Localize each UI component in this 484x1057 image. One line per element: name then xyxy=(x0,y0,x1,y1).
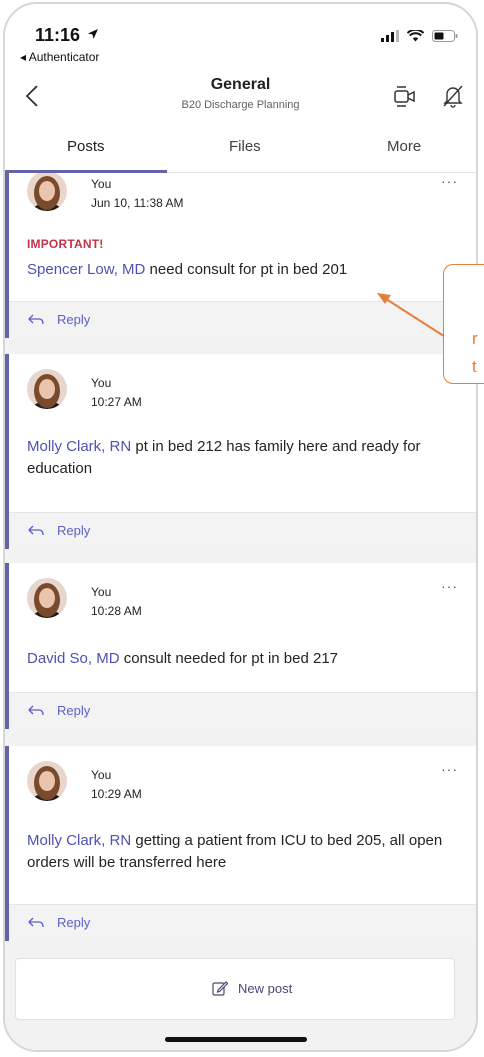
reply-arrow-icon xyxy=(28,525,44,536)
reply-arrow-icon xyxy=(28,314,44,325)
location-arrow-icon xyxy=(88,29,99,39)
post-card: You 10:29 AM ··· Molly Clark, RN getting… xyxy=(5,746,476,942)
annotation-callout xyxy=(443,264,484,384)
post-author: You xyxy=(91,177,112,191)
compose-pencil-icon xyxy=(212,981,228,996)
phone-frame: 11:16 ◂ Authenticator General B20 Discha… xyxy=(3,2,478,1052)
mention[interactable]: Molly Clark, RN xyxy=(27,832,131,849)
wifi-icon xyxy=(407,30,424,42)
avatar xyxy=(27,369,67,409)
status-time: 11:16 xyxy=(35,25,99,46)
tab-posts[interactable]: Posts xyxy=(67,138,105,155)
post-more-options[interactable]: ··· xyxy=(441,173,458,189)
avatar xyxy=(27,761,67,801)
reply-arrow-icon xyxy=(28,705,44,716)
post-author: You xyxy=(91,376,112,390)
post-message: Molly Clark, RN getting a patient from I… xyxy=(27,832,443,871)
mention[interactable]: David So, MD xyxy=(27,650,120,667)
post-more-options[interactable]: ··· xyxy=(441,578,458,594)
important-label: IMPORTANT! xyxy=(27,237,104,251)
muted-bell-icon[interactable] xyxy=(441,84,465,108)
post-message: David So, MD consult needed for pt in be… xyxy=(27,650,339,667)
avatar xyxy=(27,173,67,211)
channel-tabs: Posts Files More xyxy=(5,130,476,173)
tab-more[interactable]: More xyxy=(387,138,421,155)
reply-arrow-icon xyxy=(28,917,44,928)
post-author: You xyxy=(91,768,112,782)
post-card: You 10:28 AM ··· David So, MD consult ne… xyxy=(5,563,476,730)
back-to-app-link[interactable]: ◂ Authenticator xyxy=(20,50,99,64)
cellular-signal-icon xyxy=(381,30,399,42)
post-author: You xyxy=(91,585,112,599)
annotation-callout-text: r t xyxy=(472,329,478,376)
reply-button[interactable]: Reply xyxy=(9,904,476,942)
compose-area: New post xyxy=(5,954,476,1050)
post-message: Molly Clark, RN pt in bed 212 has family… xyxy=(27,438,421,477)
status-icons xyxy=(381,30,458,42)
post-card: You Jun 10, 11:38 AM ··· IMPORTANT! Spen… xyxy=(5,173,476,339)
post-more-options[interactable]: ··· xyxy=(441,761,458,777)
new-post-button[interactable]: New post xyxy=(15,958,455,1020)
post-message: Spencer Low, MD need consult for pt in b… xyxy=(27,261,348,278)
video-call-icon[interactable] xyxy=(393,86,417,108)
post-timestamp: 10:29 AM xyxy=(91,787,142,801)
home-indicator[interactable] xyxy=(165,1037,307,1042)
status-bar: 11:16 ◂ Authenticator xyxy=(5,4,476,64)
mention[interactable]: Molly Clark, RN xyxy=(27,438,131,455)
post-timestamp: 10:27 AM xyxy=(91,395,142,409)
post-timestamp: 10:28 AM xyxy=(91,604,142,618)
avatar xyxy=(27,578,67,618)
tab-files[interactable]: Files xyxy=(229,138,261,155)
reply-button[interactable]: Reply xyxy=(9,301,476,339)
post-timestamp: Jun 10, 11:38 AM xyxy=(91,196,184,210)
reply-button[interactable]: Reply xyxy=(9,512,476,550)
battery-icon xyxy=(432,30,458,42)
channel-header: General B20 Discharge Planning xyxy=(5,70,476,130)
mention[interactable]: Spencer Low, MD xyxy=(27,261,145,278)
posts-feed[interactable]: You Jun 10, 11:38 AM ··· IMPORTANT! Spen… xyxy=(5,173,476,954)
post-card: You 10:27 AM Molly Clark, RN pt in bed 2… xyxy=(5,354,476,550)
reply-button[interactable]: Reply xyxy=(9,692,476,730)
